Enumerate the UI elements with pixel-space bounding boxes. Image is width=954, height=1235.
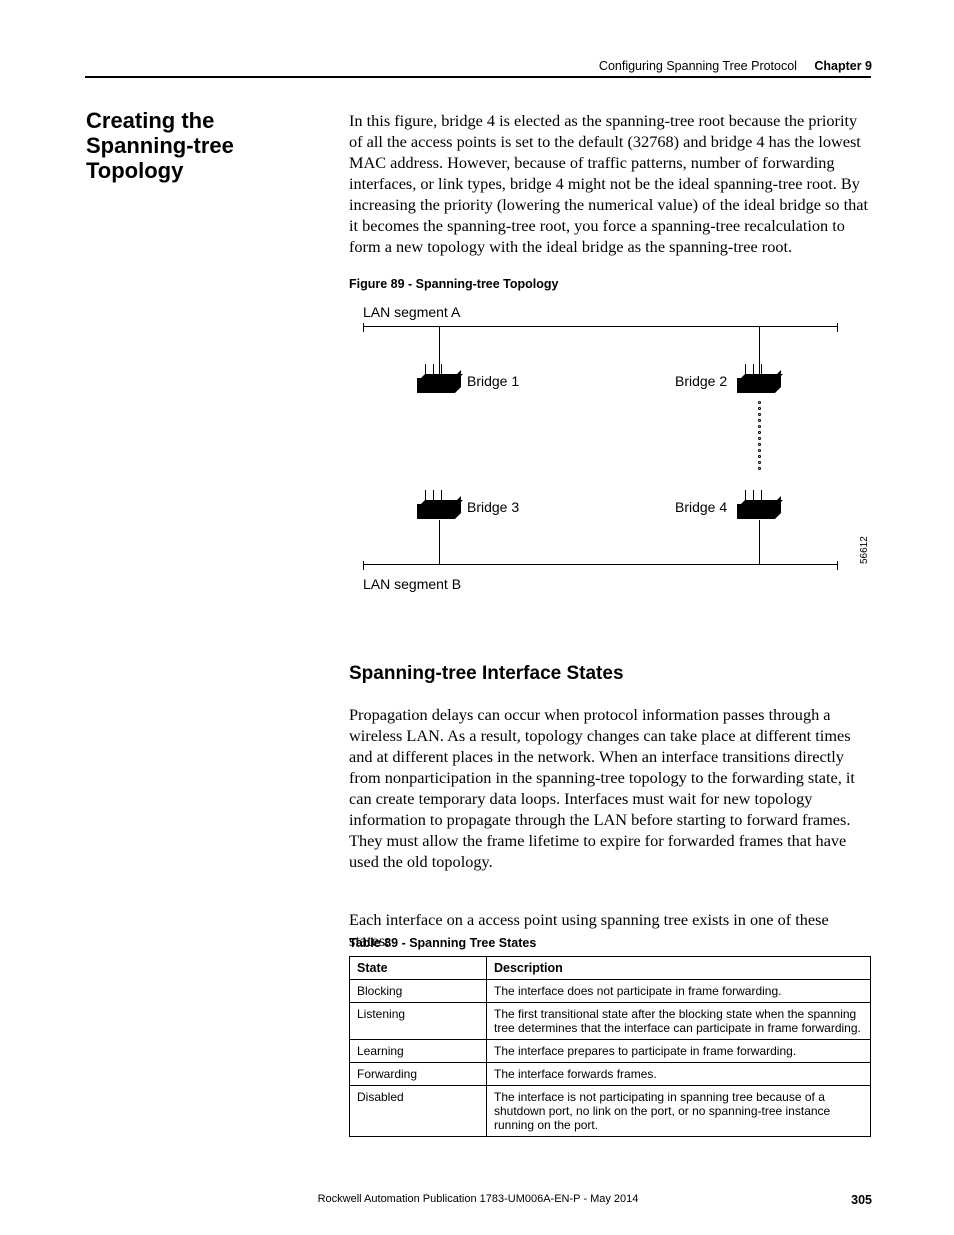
table-row: Blocking The interface does not particip… [350, 980, 871, 1003]
figure-89: LAN segment A Bridge 1 Bridge 2 Bridge 3… [349, 296, 871, 590]
lan-a-line [363, 326, 838, 327]
bridge-3-label: Bridge 3 [467, 499, 519, 515]
cell-desc: The interface prepares to participate in… [487, 1040, 871, 1063]
cell-desc: The interface is not participating in sp… [487, 1086, 871, 1137]
table-row: Learning The interface prepares to parti… [350, 1040, 871, 1063]
col-state: State [350, 957, 487, 980]
link-b4-b [759, 520, 760, 564]
bridge-2-icon [737, 374, 787, 398]
cell-desc: The interface forwards frames. [487, 1063, 871, 1086]
footer-publication: Rockwell Automation Publication 1783-UM0… [85, 1193, 871, 1205]
header-chapter: Chapter 9 [814, 59, 872, 73]
link-a-b2 [759, 326, 760, 376]
lan-b-line [363, 564, 838, 565]
bridge-4-label: Bridge 4 [675, 499, 727, 515]
page-number: 305 [851, 1193, 872, 1207]
intro-paragraph: In this figure, bridge 4 is elected as t… [349, 110, 871, 257]
radio-link-b2-b4 [758, 398, 760, 473]
figure-source-number: 56612 [859, 536, 870, 564]
lan-a-label: LAN segment A [363, 304, 460, 320]
section-heading: Creating the Spanning-tree Topology [86, 108, 326, 183]
cell-state: Forwarding [350, 1063, 487, 1086]
bridge-4-icon [737, 500, 787, 524]
table-row: Listening The first transitional state a… [350, 1003, 871, 1040]
figure-caption: Figure 89 - Spanning-tree Topology [349, 277, 559, 291]
header-section: Configuring Spanning Tree Protocol [599, 59, 797, 73]
bridge-1-label: Bridge 1 [467, 373, 519, 389]
running-header: Configuring Spanning Tree Protocol Chapt… [599, 59, 872, 73]
cell-state: Listening [350, 1003, 487, 1040]
col-description: Description [487, 957, 871, 980]
cell-state: Disabled [350, 1086, 487, 1137]
paragraph-propagation: Propagation delays can occur when protoc… [349, 704, 871, 872]
cell-state: Blocking [350, 980, 487, 1003]
spanning-tree-states-table: State Description Blocking The interface… [349, 956, 871, 1137]
link-b3-b [439, 520, 440, 564]
link-a-b1 [439, 326, 440, 376]
table-row: Forwarding The interface forwards frames… [350, 1063, 871, 1086]
header-rule [85, 76, 871, 78]
bridge-2-label: Bridge 2 [675, 373, 727, 389]
lan-b-label: LAN segment B [363, 576, 461, 592]
table-row: Disabled The interface is not participat… [350, 1086, 871, 1137]
bridge-3-icon [417, 500, 467, 524]
table-caption: Table 89 - Spanning Tree States [349, 936, 536, 950]
cell-desc: The first transitional state after the b… [487, 1003, 871, 1040]
subsection-heading: Spanning-tree Interface States [349, 663, 624, 685]
cell-desc: The interface does not participate in fr… [487, 980, 871, 1003]
table-header-row: State Description [350, 957, 871, 980]
bridge-1-icon [417, 374, 467, 398]
cell-state: Learning [350, 1040, 487, 1063]
